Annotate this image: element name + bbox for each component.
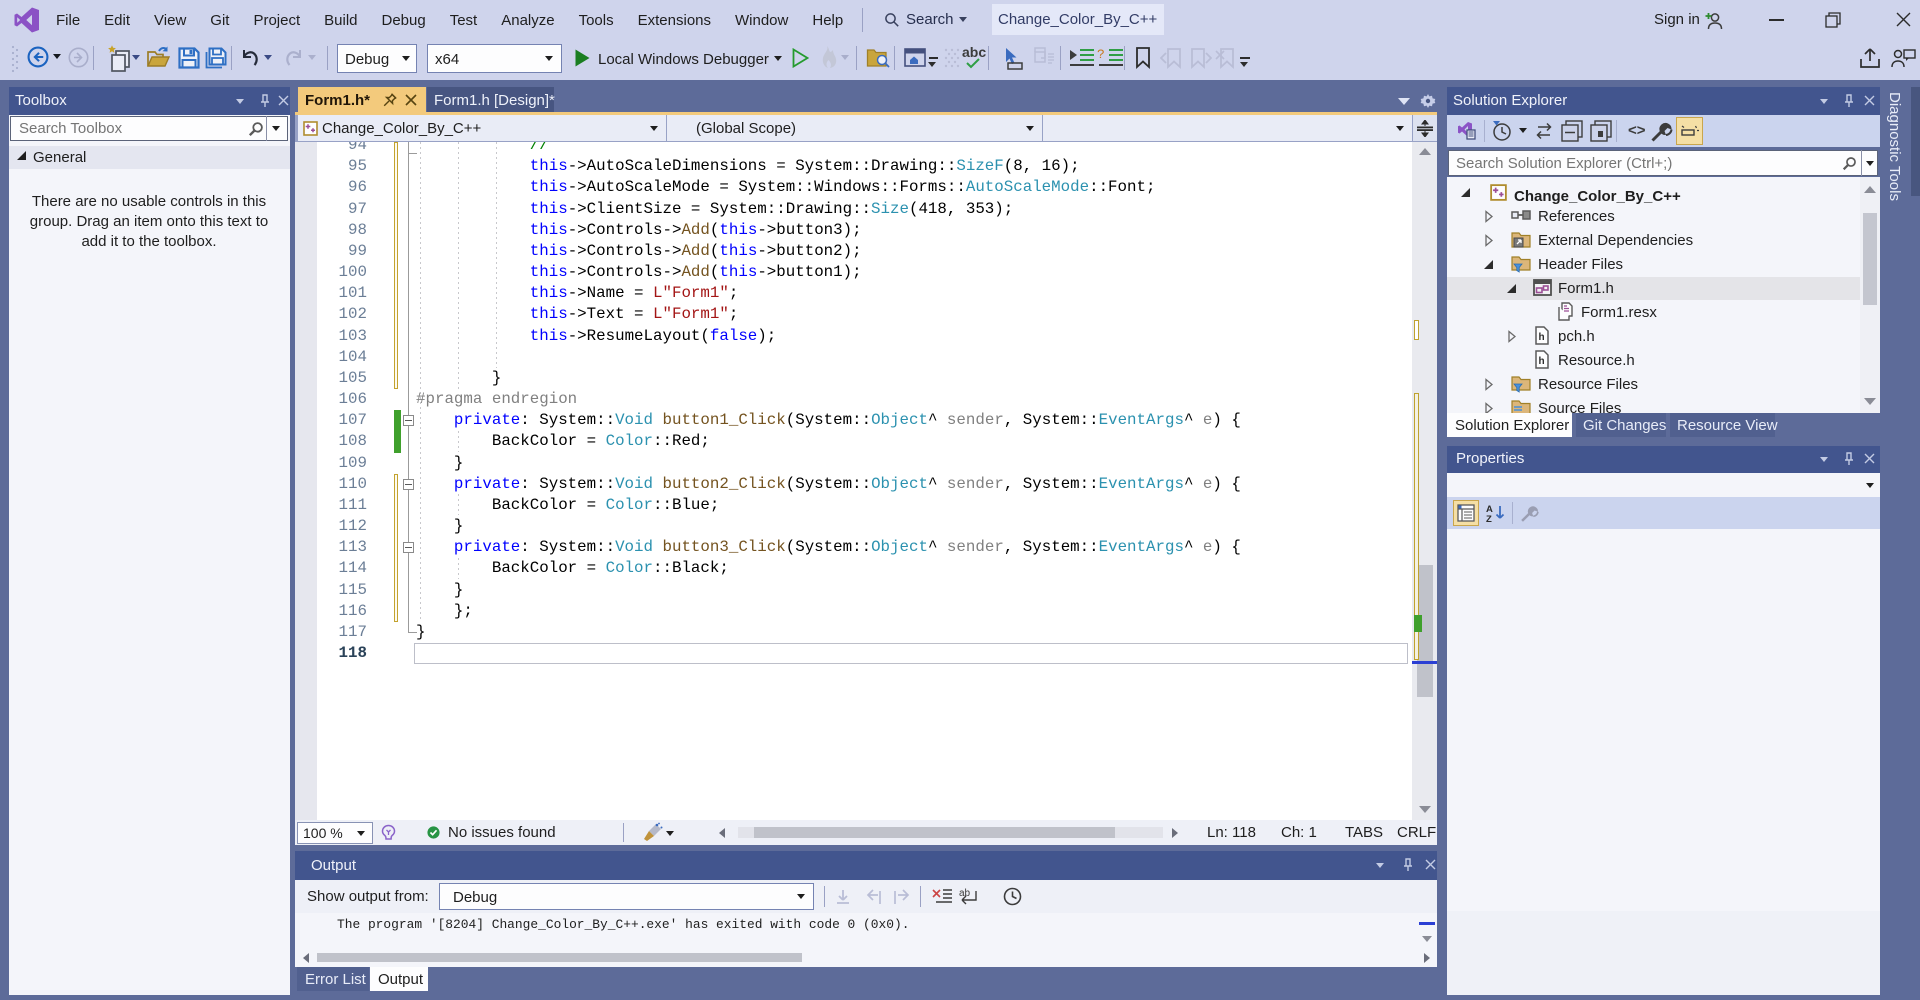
svg-text:Z: Z: [1486, 514, 1492, 523]
svg-text:h: h: [1539, 332, 1545, 343]
svg-text:h: h: [1539, 356, 1545, 367]
svg-text:?: ?: [1097, 48, 1105, 62]
